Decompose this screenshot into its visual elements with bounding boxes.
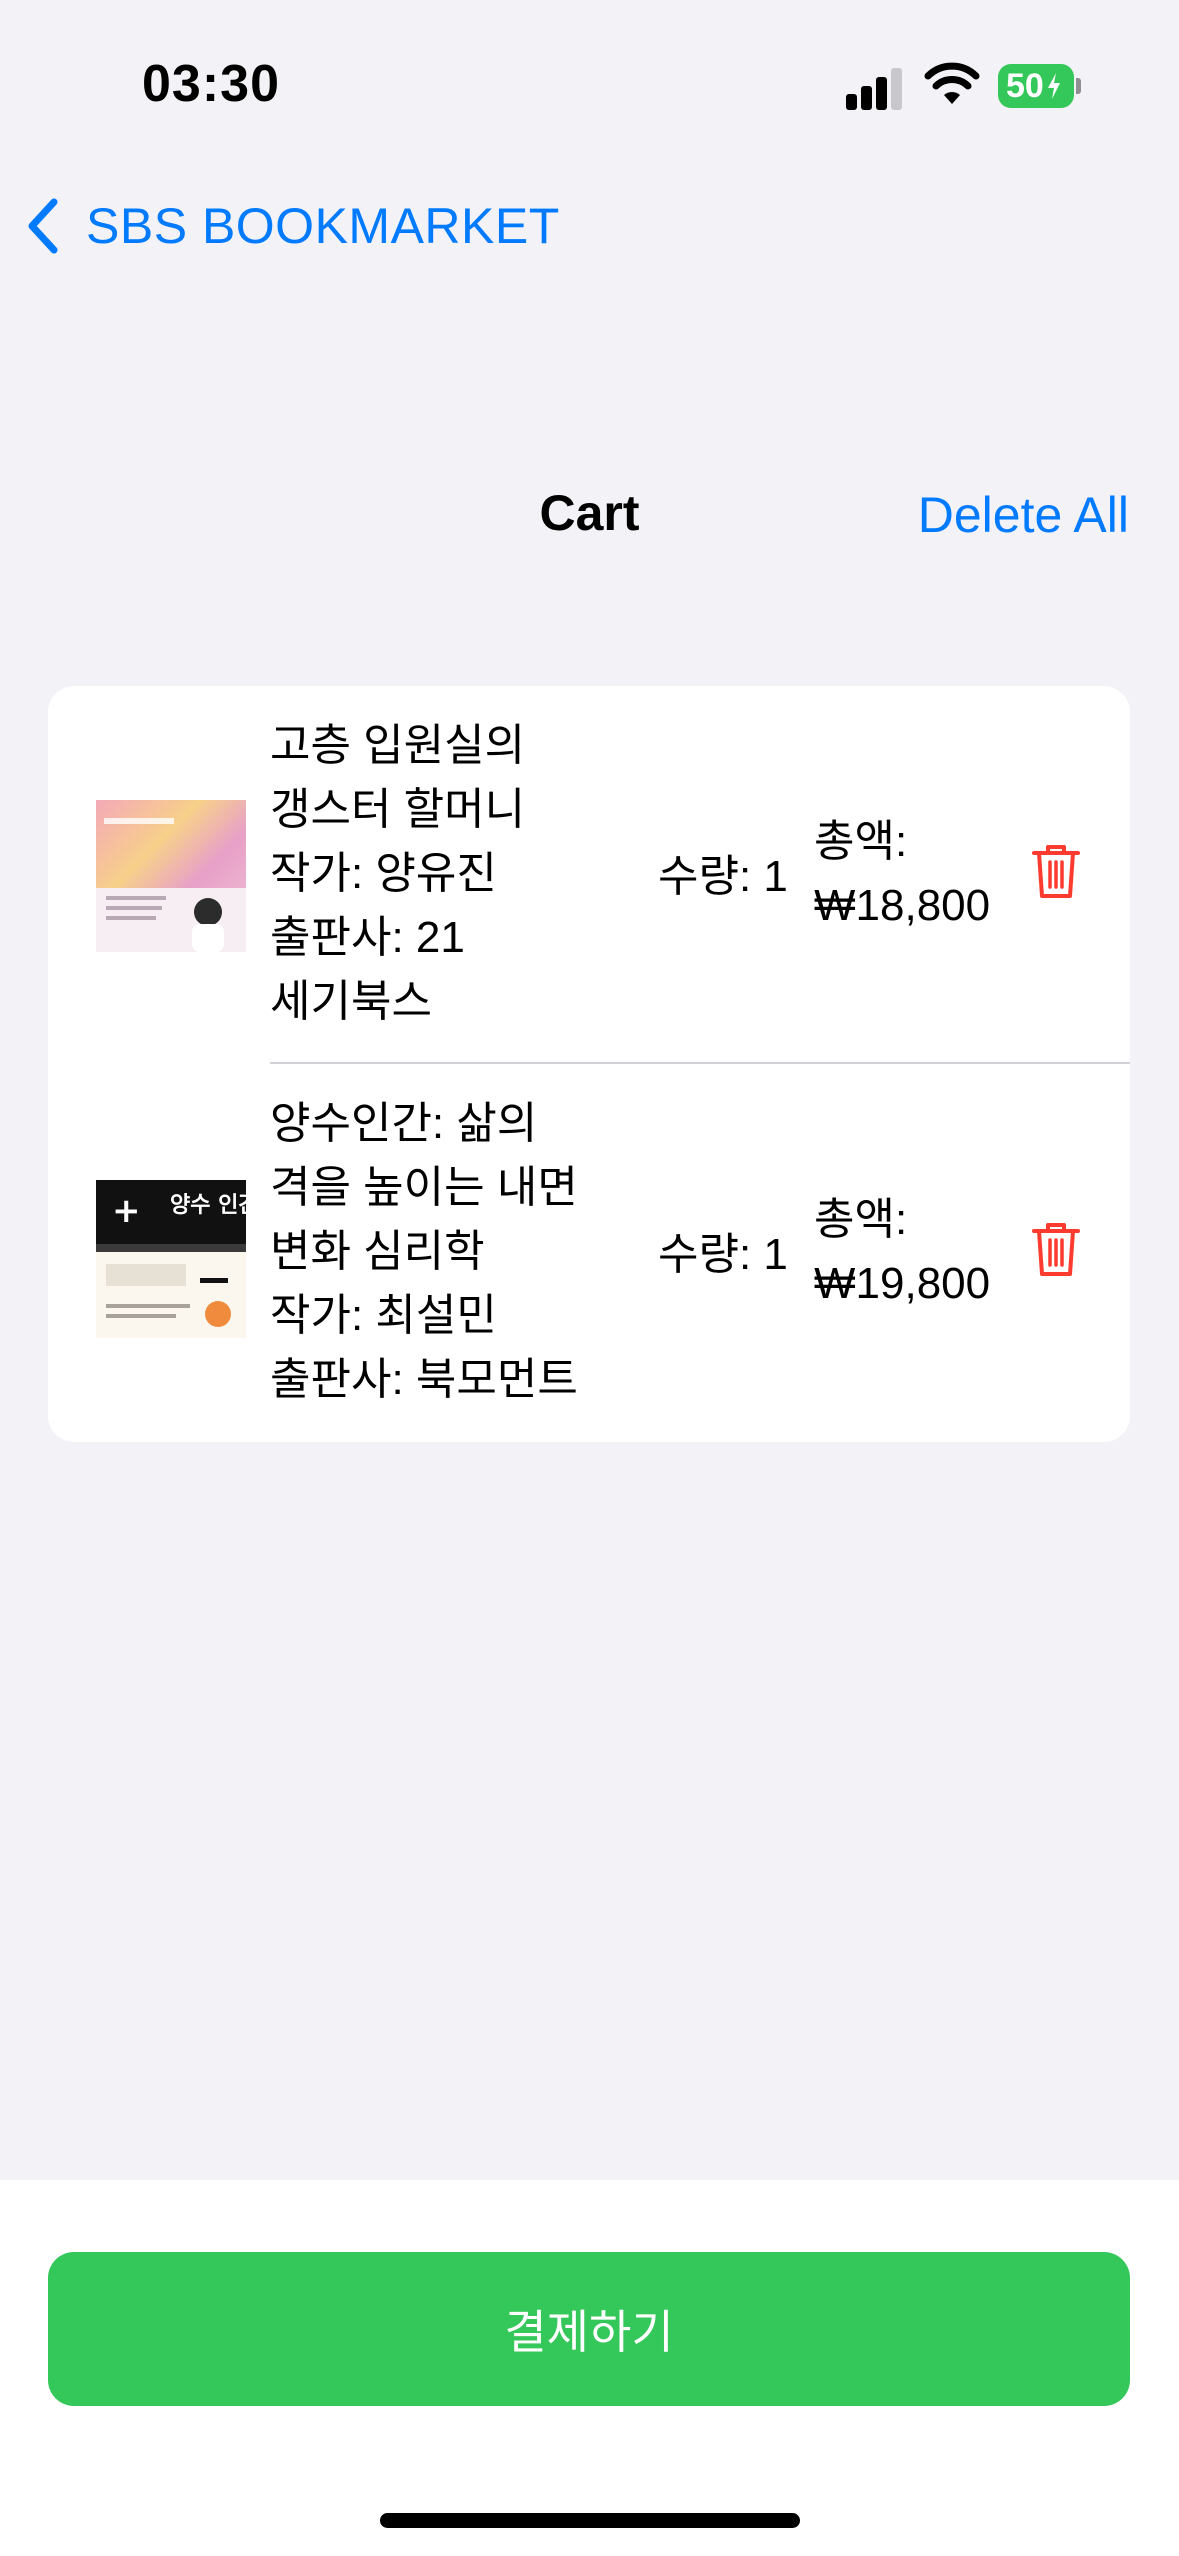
item-title: 양수인간: 삶의 [270,1099,538,1148]
item-details: 양수인간: 삶의 격을 높이는 내면 변화 심리학 작가: 최설민 출판사: 북… [270,1092,610,1412]
item-publisher: 출판사: 21 [270,913,465,962]
back-button[interactable]: SBS BOOKMARKET [24,196,560,256]
item-total-label: 총액: [814,817,908,866]
item-quantity: 수량: 1 [658,852,788,901]
item-details: 고층 입원실의 갱스터 할머니 작가: 양유진 출판사: 21 세기북스 [270,714,610,1034]
status-time: 03:30 [142,55,280,113]
cellular-signal-icon [846,66,904,110]
trash-icon[interactable] [1030,1220,1082,1278]
item-total: 총액: ₩18,800 [814,810,990,938]
cart-item[interactable]: 고층 입원실의 갱스터 할머니 작가: 양유진 출판사: 21 세기북스 수량:… [48,686,1130,1062]
item-total-value: ₩19,800 [814,1259,991,1308]
chevron-left-icon [28,198,58,254]
book-cover-image: + 양수 인간 [96,1180,246,1338]
item-publisher: 출판사: 북모먼트 [270,1355,578,1404]
back-button-label: SBS BOOKMARKET [86,198,560,254]
item-author: 작가: 양유진 [270,849,497,898]
item-publisher: 세기북스 [270,977,432,1026]
book-cover-title: 양수 인간 [170,1193,246,1218]
checkout-button[interactable]: 결제하기 [48,2252,1130,2406]
item-title: 변화 심리학 [270,1227,485,1276]
item-title: 갱스터 할머니 [270,785,526,834]
charging-bolt-icon [1047,73,1060,99]
battery-cap [1076,78,1081,94]
cart-list: 고층 입원실의 갱스터 할머니 작가: 양유진 출판사: 21 세기북스 수량:… [48,686,1130,1442]
battery-level: 50 [1006,66,1044,105]
item-title: 격을 높이는 내면 [270,1163,578,1212]
checkout-button-label: 결제하기 [504,2306,674,2358]
item-total-value: ₩18,800 [814,881,991,930]
book-cover-image [96,800,246,952]
wifi-icon [924,62,980,104]
item-title: 고층 입원실의 [270,721,526,770]
delete-all-button[interactable]: Delete All [918,486,1129,544]
cart-item[interactable]: + 양수 인간 양수인간: 삶의 격을 높이는 내면 변화 심리학 작가: 최설… [48,1064,1130,1440]
home-indicator[interactable] [380,2513,800,2528]
item-quantity: 수량: 1 [658,1230,788,1279]
item-total-label: 총액: [814,1195,908,1244]
trash-icon[interactable] [1030,842,1082,900]
battery-indicator: 50 [998,64,1074,108]
svg-text:+: + [112,1191,141,1231]
item-author: 작가: 최설민 [270,1291,497,1340]
item-total: 총액: ₩19,800 [814,1188,990,1316]
